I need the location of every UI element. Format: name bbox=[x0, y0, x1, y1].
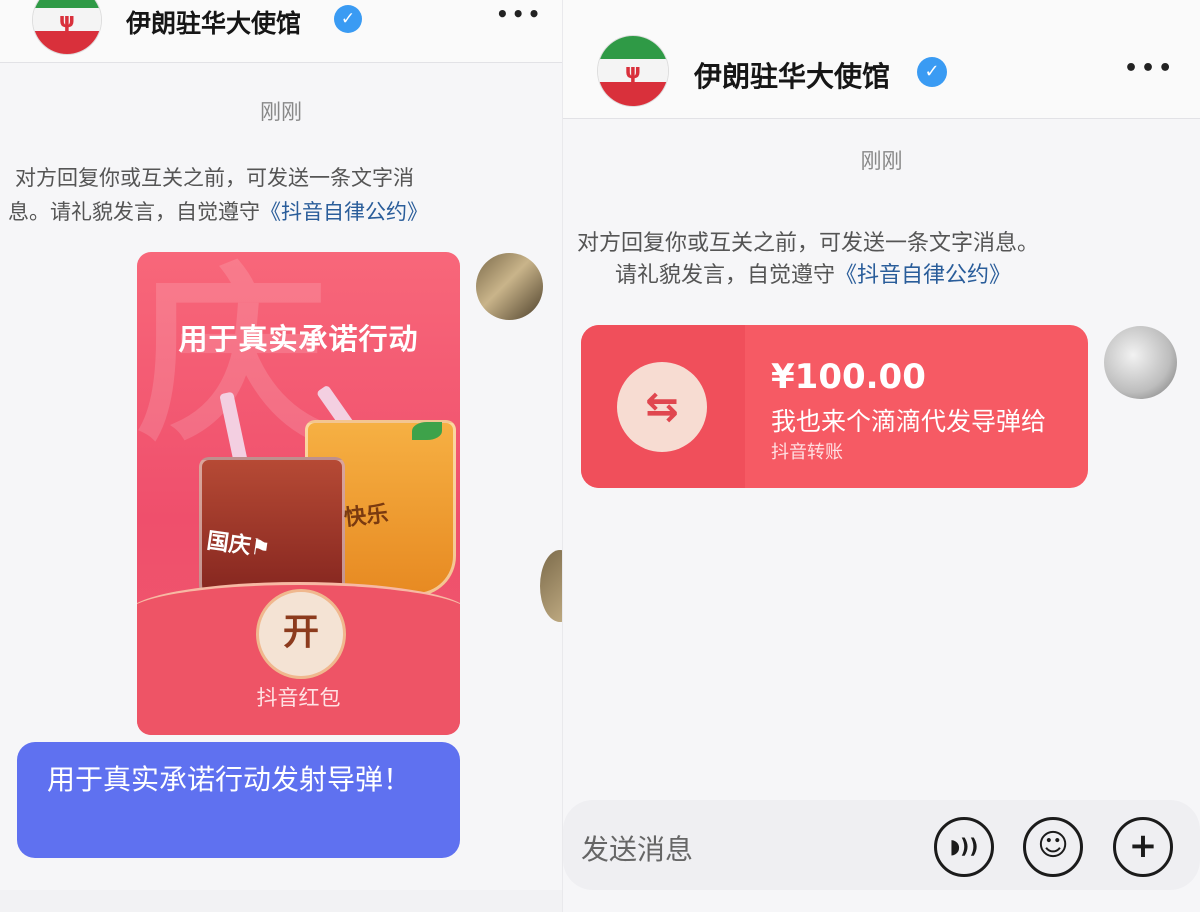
emoji-button[interactable]: ☺ bbox=[1023, 817, 1083, 877]
partial-avatar bbox=[540, 550, 562, 622]
red-packet-title: 用于真实承诺行动 bbox=[178, 322, 419, 356]
voice-button[interactable]: ◗)) bbox=[934, 817, 994, 877]
sent-message-bubble[interactable]: 用于真实承诺行动发射导弹！ bbox=[17, 742, 460, 858]
leaf-icon bbox=[412, 422, 442, 440]
open-red-packet-button[interactable]: 开 bbox=[256, 589, 346, 679]
transfer-icon-panel: ⇆ bbox=[581, 325, 745, 488]
message-input[interactable]: 发送消息 bbox=[581, 828, 693, 868]
transfer-source-label: 抖音转账 bbox=[771, 442, 843, 463]
red-packet-label: 抖音红包 bbox=[256, 686, 341, 710]
verified-icon: ✓ bbox=[334, 5, 362, 33]
contact-name[interactable]: 伊朗驻华大使馆 bbox=[126, 4, 301, 40]
avatar-iran-flag[interactable]: ψ bbox=[33, 0, 101, 54]
message-timestamp: 刚刚 bbox=[260, 100, 302, 124]
avatar-iran-flag[interactable]: ψ bbox=[598, 36, 668, 106]
message-input-bar: 发送消息 ◗)) ☺ + bbox=[563, 800, 1200, 890]
notice-line-2: 请礼貌发言，自觉遵守《抖音自律公约》 bbox=[615, 257, 1011, 289]
more-options-icon[interactable]: ••• bbox=[1124, 56, 1175, 81]
convention-link[interactable]: 《抖音自律公约》 bbox=[260, 200, 428, 224]
message-text: 用于真实承诺行动发射导弹！ bbox=[47, 763, 412, 796]
red-packet-card[interactable]: 庆 用于真实承诺行动 国庆⚑ 快乐 开 抖音红包 bbox=[137, 252, 460, 735]
notice-line-1: 对方回复你或互关之前，可发送一条文字消息。 bbox=[577, 231, 1040, 256]
right-chat-screen: ψ 伊朗驻华大使馆 ✓ ••• 刚刚 对方回复你或互关之前，可发送一条文字消息。… bbox=[563, 0, 1200, 912]
message-timestamp: 刚刚 bbox=[860, 149, 903, 173]
transfer-arrows-icon: ⇆ bbox=[617, 362, 707, 452]
chat-header: ψ 伊朗驻华大使馆 ✓ ••• bbox=[563, 0, 1200, 119]
convention-link[interactable]: 《抖音自律公约》 bbox=[835, 263, 1011, 288]
chat-header: ψ 伊朗驻华大使馆 ✓ ••• bbox=[0, 0, 562, 63]
cup-label-happy: 快乐 bbox=[343, 501, 390, 532]
emblem-icon: ψ bbox=[625, 59, 641, 83]
my-avatar[interactable] bbox=[1104, 326, 1177, 399]
plus-button[interactable]: + bbox=[1113, 817, 1173, 877]
notice-text: 请礼貌发言，自觉遵守 bbox=[615, 263, 836, 288]
contact-name[interactable]: 伊朗驻华大使馆 bbox=[694, 55, 890, 95]
transfer-amount: ¥100.00 bbox=[771, 357, 926, 397]
notice-line-2: 息。请礼貌发言，自觉遵守《抖音自律公约》 bbox=[8, 196, 428, 226]
bottom-edge bbox=[0, 890, 562, 912]
my-avatar[interactable] bbox=[476, 253, 543, 320]
more-options-icon[interactable]: ••• bbox=[496, 2, 543, 26]
verified-icon: ✓ bbox=[917, 57, 947, 87]
emblem-icon: ψ bbox=[59, 8, 75, 32]
transfer-card[interactable]: ⇆ ¥100.00 我也来个滴滴代发导弹给 抖音转账 bbox=[581, 325, 1088, 488]
notice-line-1: 对方回复你或互关之前，可发送一条文字消 bbox=[15, 166, 414, 190]
notice-text: 息。请礼貌发言，自觉遵守 bbox=[8, 200, 260, 224]
transfer-message: 我也来个滴滴代发导弹给 bbox=[771, 407, 1047, 436]
left-chat-screen: ψ 伊朗驻华大使馆 ✓ ••• 刚刚 对方回复你或互关之前，可发送一条文字消 息… bbox=[0, 0, 562, 912]
